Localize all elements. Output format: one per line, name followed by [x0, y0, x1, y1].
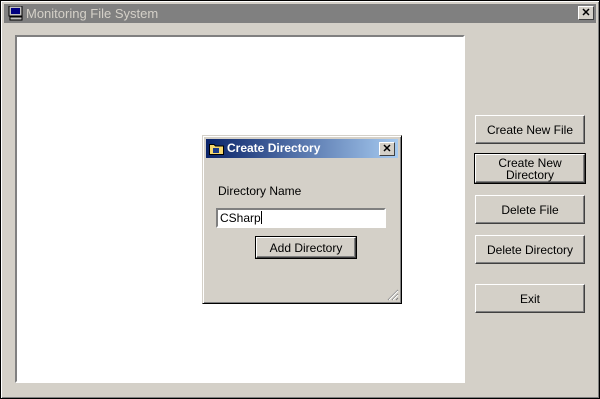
- delete-file-label: Delete File: [501, 202, 559, 217]
- add-directory-label: Add Directory: [269, 240, 343, 255]
- dialog-title-bar[interactable]: Create Directory ✕: [206, 139, 398, 158]
- exit-label: Exit: [519, 291, 540, 306]
- window-close-button[interactable]: ✕: [578, 6, 594, 20]
- create-new-file-label: Create New File: [486, 122, 574, 137]
- exit-button[interactable]: Exit: [475, 284, 585, 313]
- dialog-title: Create Directory: [227, 141, 321, 155]
- folder-icon: [209, 144, 224, 155]
- create-new-directory-label-line2: Directory: [505, 167, 554, 182]
- directory-name-value: CSharp: [220, 211, 261, 225]
- window-title: Monitoring File System: [26, 6, 159, 21]
- create-new-directory-button[interactable]: Create New Directory: [474, 153, 586, 184]
- dialog-close-button[interactable]: ✕: [379, 142, 395, 156]
- delete-directory-button[interactable]: Delete Directory: [475, 235, 585, 264]
- directory-name-label: Directory Name: [218, 184, 302, 198]
- main-window: Monitoring File System ✕ Create New File…: [0, 0, 600, 399]
- delete-file-button[interactable]: Delete File: [475, 195, 585, 224]
- directory-name-input[interactable]: CSharp: [216, 208, 386, 228]
- computer-icon: [8, 6, 23, 21]
- create-new-directory-label-line1: Create New: [498, 155, 562, 170]
- create-new-file-button[interactable]: Create New File: [475, 115, 585, 144]
- text-caret: [260, 211, 262, 224]
- close-icon: ✕: [382, 143, 392, 155]
- create-directory-dialog: Create Directory ✕ Directory Name CSharp…: [202, 135, 402, 304]
- delete-directory-label: Delete Directory: [486, 242, 574, 257]
- close-icon: ✕: [581, 7, 591, 19]
- title-bar[interactable]: Monitoring File System ✕: [4, 4, 596, 23]
- resize-grip-icon[interactable]: [387, 289, 399, 301]
- add-directory-button[interactable]: Add Directory: [255, 236, 357, 259]
